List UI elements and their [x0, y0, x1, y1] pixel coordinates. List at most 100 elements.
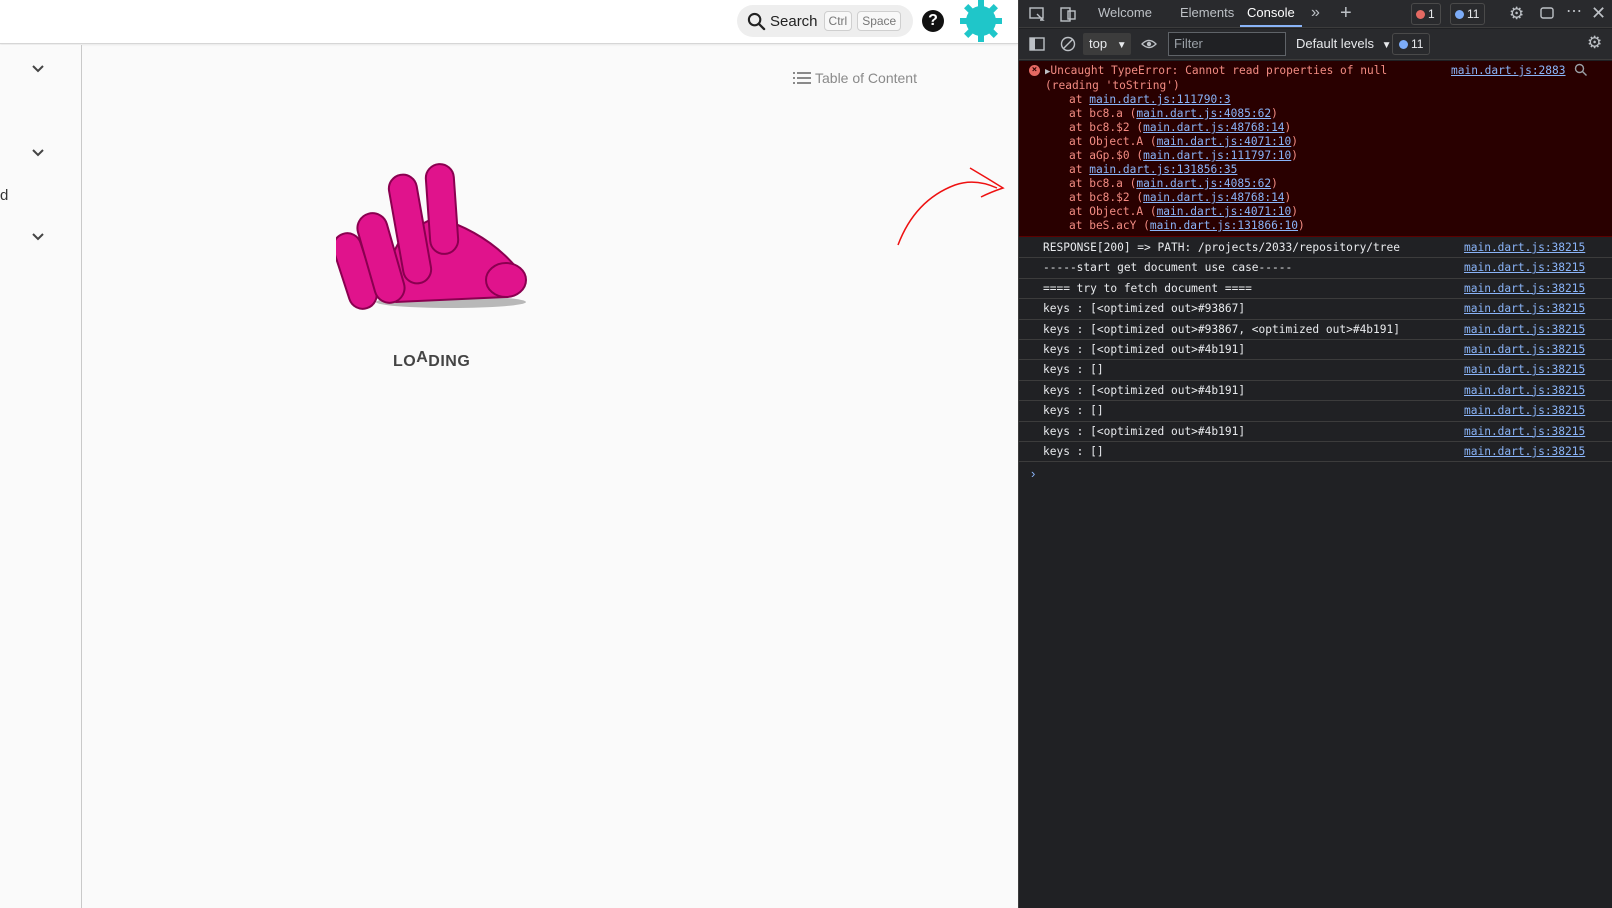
error-message: × ▶Uncaught TypeError: Cannot read prope…	[1019, 61, 1612, 237]
log-source-link[interactable]: main.dart.js:38215	[1464, 381, 1585, 400]
log-message: RESPONSE[200] => PATH: /projects/2033/re…	[1043, 241, 1400, 254]
feedback-icon[interactable]	[1538, 5, 1556, 23]
log-row: keys : [<optimized out>#4b191] main.dart.…	[1019, 340, 1612, 361]
search-button[interactable]: Search Ctrl Space	[737, 5, 913, 37]
tab-console[interactable]: Console	[1240, 0, 1302, 27]
stack-frame-text: )	[1291, 149, 1299, 162]
chevron-down-icon[interactable]	[30, 147, 46, 159]
stack-frame-link[interactable]: main.dart.js:48768:14	[1143, 121, 1284, 134]
app-area: Search Ctrl Space ? d Table of Content L…	[0, 0, 1018, 908]
stack-frame: at aGp.$0 (main.dart.js:111797:10)	[1069, 149, 1305, 163]
message-count-badge[interactable]: 11	[1450, 3, 1486, 25]
dropdown-arrow-icon: ▼	[1381, 40, 1392, 51]
log-row: keys : [<optimized out>#93867] main.dart.…	[1019, 299, 1612, 320]
avatar[interactable]	[960, 0, 1002, 42]
stack-frame-link[interactable]: main.dart.js:4085:62	[1136, 107, 1271, 120]
log-source-link[interactable]: main.dart.js:38215	[1464, 401, 1585, 420]
inspect-icon[interactable]	[1028, 5, 1046, 23]
log-message: keys : [<optimized out>#93867, <optimize…	[1043, 322, 1400, 336]
devtools-tabbar: Welcome Elements Console » + 1 11 ⚙ ⋯ ✕	[1019, 0, 1612, 28]
stack-trace: at main.dart.js:111790:3 at bc8.a (main.d…	[1069, 93, 1305, 233]
stack-frame-text: at	[1069, 93, 1090, 106]
context-select[interactable]: top ▼	[1083, 33, 1131, 55]
stack-frame-text: )	[1291, 135, 1299, 148]
tab-elements[interactable]: Elements	[1180, 0, 1234, 27]
log-message: keys : [<optimized out>#4b191]	[1043, 424, 1246, 438]
console-prompt[interactable]: ›	[1031, 466, 1035, 481]
toc-label: Table of Content	[815, 70, 917, 86]
error-icon	[1416, 9, 1425, 19]
filter-input[interactable]: Filter	[1168, 32, 1286, 56]
stack-frame: at beS.acY (main.dart.js:131866:10)	[1069, 219, 1305, 233]
log-source-link[interactable]: main.dart.js:38215	[1464, 442, 1585, 461]
stack-frame-text: at bc8.a (	[1069, 177, 1137, 190]
stack-frame-text: at aGp.$0 (	[1069, 149, 1144, 162]
stack-frame-text: at bc8.$2 (	[1069, 121, 1144, 134]
help-icon[interactable]: ?	[922, 10, 944, 32]
log-source-link[interactable]: main.dart.js:38215	[1464, 340, 1585, 359]
log-source-link[interactable]: main.dart.js:38215	[1464, 238, 1585, 257]
log-message: -----start get document use case-----	[1043, 261, 1293, 275]
error-source-link[interactable]: main.dart.js:2883	[1451, 64, 1566, 77]
chevron-down-icon[interactable]	[30, 231, 46, 243]
close-icon[interactable]: ✕	[1591, 4, 1609, 23]
log-source-link[interactable]: main.dart.js:38215	[1464, 360, 1585, 379]
log-source-link[interactable]: main.dart.js:38215	[1464, 320, 1585, 339]
stack-frame-link[interactable]: main.dart.js:48768:14	[1143, 191, 1284, 204]
add-tab-icon[interactable]: +	[1340, 3, 1358, 23]
stack-frame-link[interactable]: main.dart.js:111790:3	[1089, 93, 1230, 106]
log-source-link[interactable]: main.dart.js:38215	[1464, 299, 1585, 318]
stack-frame: at main.dart.js:111790:3	[1069, 93, 1305, 107]
stack-frame-text: at beS.acY (	[1069, 219, 1150, 232]
stack-frame: at Object.A (main.dart.js:4071:10)	[1069, 205, 1305, 219]
stack-frame: at bc8.a (main.dart.js:4085:62)	[1069, 107, 1305, 121]
more-tabs-icon[interactable]: »	[1311, 5, 1329, 23]
loading-hand-illustration	[336, 163, 527, 310]
stack-frame-link[interactable]: main.dart.js:4085:62	[1136, 177, 1271, 190]
dropdown-arrow-icon: ▼	[1116, 40, 1127, 51]
chevron-down-icon[interactable]	[30, 63, 46, 75]
log-source-link[interactable]: main.dart.js:38215	[1464, 422, 1585, 441]
stack-frame-link[interactable]: main.dart.js:4071:10	[1157, 205, 1292, 218]
stack-frame-link[interactable]: main.dart.js:111797:10	[1143, 149, 1291, 162]
error-text[interactable]: ▶Uncaught TypeError: Cannot read propert…	[1045, 64, 1445, 93]
error-icon: ×	[1029, 65, 1040, 76]
device-toggle-icon[interactable]	[1059, 5, 1077, 23]
stack-frame: at bc8.a (main.dart.js:4085:62)	[1069, 177, 1305, 191]
console-log-list: RESPONSE[200] => PATH: /projects/2033/re…	[1019, 238, 1612, 463]
log-source-link[interactable]: main.dart.js:38215	[1464, 258, 1585, 277]
sidebar-toggle-icon[interactable]	[1028, 35, 1046, 53]
stack-frame-text: )	[1271, 177, 1278, 190]
eye-icon[interactable]	[1140, 35, 1158, 53]
app-header: Search Ctrl Space ?	[0, 0, 1018, 44]
table-of-content-button[interactable]: Table of Content	[793, 70, 917, 86]
stack-frame-text: at Object.A (	[1069, 205, 1157, 218]
log-message: keys : []	[1043, 363, 1104, 377]
shortcut-ctrl: Ctrl	[823, 11, 853, 31]
error-count-badge[interactable]: 1	[1411, 3, 1441, 25]
log-row: ==== try to fetch document ==== main.dart…	[1019, 279, 1612, 300]
stack-frame-text: )	[1284, 121, 1292, 134]
stack-frame-text: at bc8.$2 (	[1069, 191, 1144, 204]
log-levels-select[interactable]: Default levels ▼	[1296, 33, 1392, 57]
levels-count-badge[interactable]: 11	[1392, 33, 1431, 55]
console-settings-icon[interactable]: ⚙	[1587, 34, 1605, 52]
more-options-icon[interactable]: ⋯	[1566, 4, 1584, 23]
stack-frame-link[interactable]: main.dart.js:4071:10	[1157, 135, 1292, 148]
log-row: keys : [] main.dart.js:38215	[1019, 401, 1612, 422]
console-toolbar: top ▼ Filter Default levels ▼ 11 ⚙	[1019, 29, 1612, 60]
search-icon[interactable]	[1574, 63, 1588, 77]
tab-welcome[interactable]: Welcome	[1098, 0, 1152, 27]
gear-icon[interactable]: ⚙	[1509, 5, 1527, 23]
stack-frame-text: at bc8.a (	[1069, 107, 1137, 120]
log-source-link[interactable]: main.dart.js:38215	[1464, 279, 1585, 298]
rail-item-label: d	[0, 187, 9, 204]
stack-frame: at Object.A (main.dart.js:4071:10)	[1069, 135, 1305, 149]
log-message: keys : [<optimized out>#4b191]	[1043, 342, 1246, 356]
stack-frame: at bc8.$2 (main.dart.js:48768:14)	[1069, 121, 1305, 135]
stack-frame-link[interactable]: main.dart.js:131866:10	[1150, 219, 1298, 232]
stack-frame-link[interactable]: main.dart.js:131856:35	[1089, 163, 1237, 176]
clear-console-icon[interactable]	[1059, 35, 1077, 53]
log-row: keys : [] main.dart.js:38215	[1019, 442, 1612, 463]
search-label: Search	[770, 12, 818, 30]
